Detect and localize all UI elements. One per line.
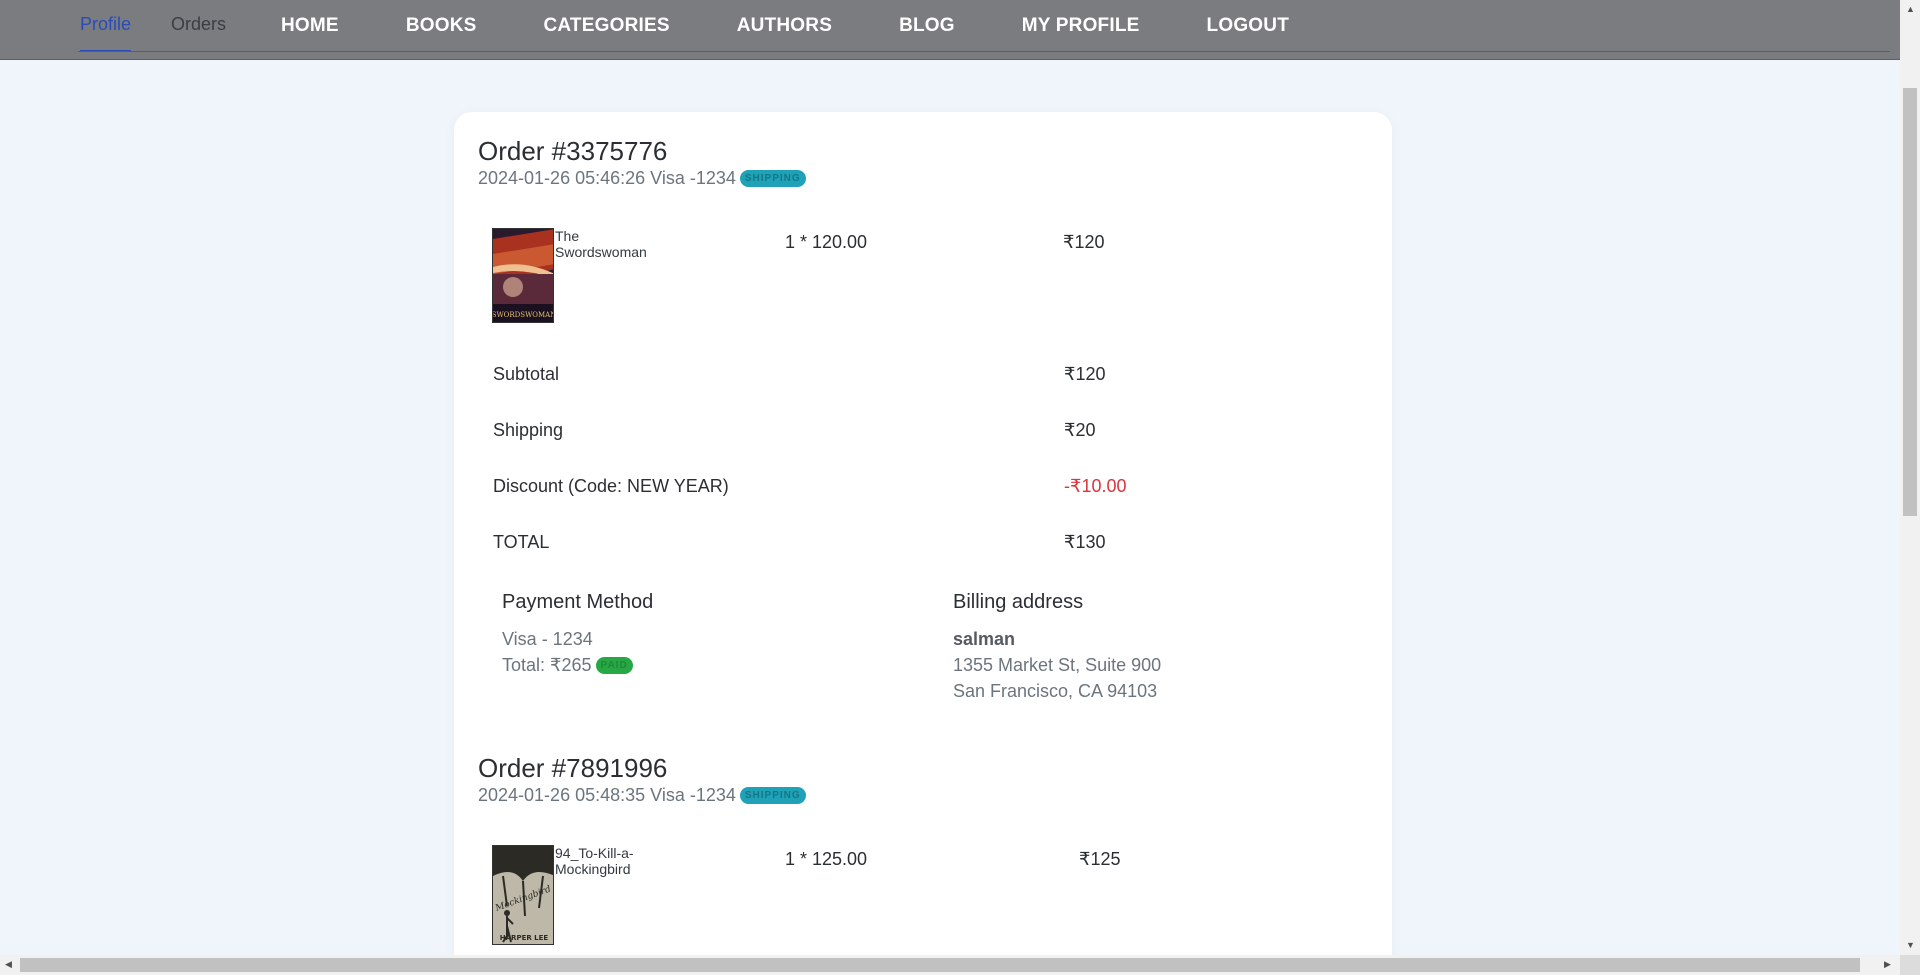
horizontal-scrollbar[interactable]: ◀ ▶ [0,955,1900,975]
item-price: ₹125 [1079,849,1121,869]
horizontal-scroll-thumb[interactable] [20,958,1860,972]
vertical-scroll-thumb[interactable] [1903,88,1917,516]
scroll-down-icon[interactable]: ▼ [1906,940,1915,950]
shipping-value: ₹20 [1064,420,1096,440]
order-date-payment: 2024-01-26 05:46:26 Visa -1234 [478,168,736,188]
billing-address-title: Billing address [953,591,1084,613]
nav-authors[interactable]: AUTHORS [737,15,832,37]
payment-method-title: Payment Method [502,591,654,613]
nav-divider [78,51,1890,52]
item-name[interactable]: The Swordswoman [555,228,665,260]
payment-total: Total: ₹265 [502,655,592,675]
status-badge: SHIPPING [739,787,806,804]
total-value: ₹130 [1064,532,1106,552]
scroll-up-icon[interactable]: ▲ [1906,4,1915,14]
order-item-row: Mockingbird HARPER LEE 94_To-Kill-a-Mock… [492,845,1372,945]
order-title: Order #3375776 [478,136,668,166]
order-meta: 2024-01-26 05:46:26 Visa -1234 SHIPPING [478,168,806,189]
orders-card: Order #3375776 2024-01-26 05:46:26 Visa … [454,112,1392,975]
payment-method-value: Visa - 1234 [502,629,593,649]
discount-value: -₹10.00 [1064,476,1127,496]
cover-title-text: SWORDSWOMAN [493,311,554,319]
billing-name: salman [953,629,1016,649]
status-badge: SHIPPING [739,170,806,187]
item-quantity: 1 * 120.00 [785,232,868,252]
vertical-scrollbar[interactable]: ▲ ▼ [1900,0,1920,958]
scroll-left-icon[interactable]: ◀ [5,959,12,970]
scroll-right-icon[interactable]: ▶ [1884,959,1891,970]
discount-label: Discount (Code: NEW YEAR) [493,476,729,496]
tab-orders[interactable]: Orders [171,0,226,52]
order-date-payment: 2024-01-26 05:48:35 Visa -1234 [478,785,736,805]
item-name[interactable]: 94_To-Kill-a-Mockingbird [555,845,665,877]
item-price: ₹120 [1063,232,1105,252]
total-label: TOTAL [493,532,550,552]
billing-line-1: 1355 Market St, Suite 900 [953,655,1162,675]
nav-books[interactable]: BOOKS [406,15,477,37]
billing-line-2: San Francisco, CA 94103 [953,681,1158,701]
nav-blog[interactable]: BLOG [899,15,955,37]
paid-badge: PAID [595,657,633,674]
subtotal-label: Subtotal [493,364,560,384]
subtotal-value: ₹120 [1064,364,1106,384]
nav-categories[interactable]: CATEGORIES [544,15,670,37]
payment-total-line: Total: ₹265 PAID [502,655,633,676]
profile-subtabs: Profile Orders [80,0,266,52]
order-title: Order #7891996 [478,753,668,783]
nav-my-profile[interactable]: MY PROFILE [1022,15,1140,37]
nav-home[interactable]: HOME [281,15,339,37]
top-navbar: Profile Orders HOME BOOKS CATEGORIES AUT… [0,0,1900,60]
main-nav: HOME BOOKS CATEGORIES AUTHORS BLOG MY PR… [281,0,1289,52]
scrollbar-corner [1900,955,1920,975]
book-cover-image[interactable]: Mockingbird HARPER LEE [492,845,554,945]
item-quantity: 1 * 125.00 [785,849,868,869]
nav-logout[interactable]: LOGOUT [1207,15,1289,37]
order-meta: 2024-01-26 05:48:35 Visa -1234 SHIPPING [478,785,806,806]
order-item-row: SWORDSWOMAN The Swordswoman 1 * 120.00 ₹… [492,228,1372,328]
cover-author-text: HARPER LEE [500,934,549,942]
tab-profile[interactable]: Profile [80,0,132,52]
book-cover-image[interactable]: SWORDSWOMAN [492,228,554,323]
shipping-label: Shipping [493,420,564,440]
